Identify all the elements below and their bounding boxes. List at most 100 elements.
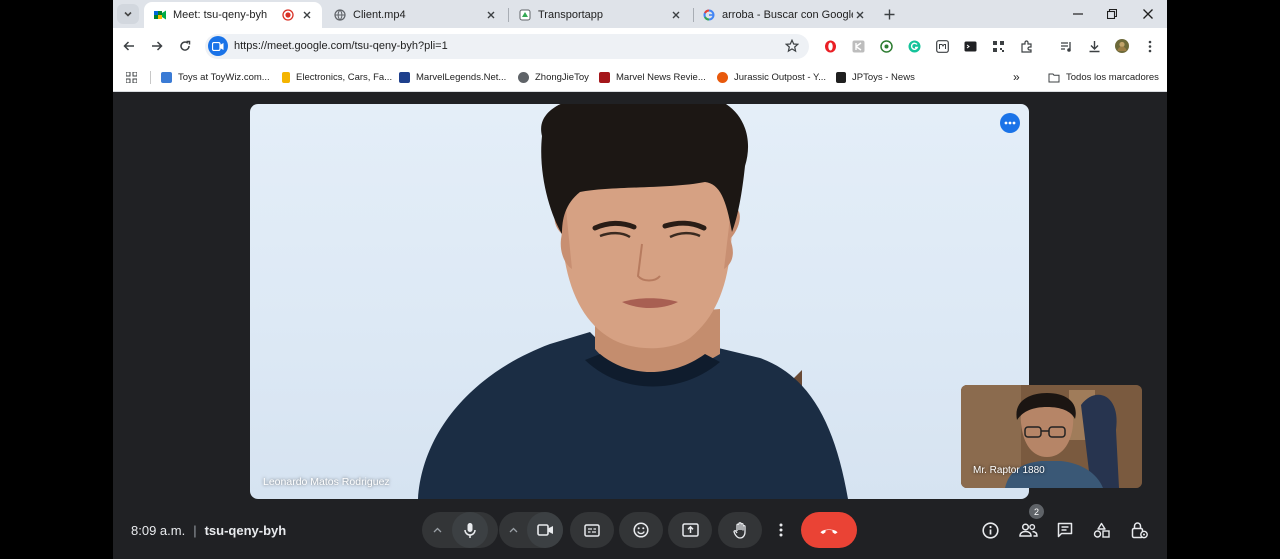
bookmark-label: Toys at ToyWiz.com... bbox=[178, 71, 270, 83]
browser-window: Meet: tsu-qeny-byh Client.mp4 Transporta… bbox=[113, 0, 1167, 559]
bookmark-jptoys[interactable]: JPToys - News bbox=[836, 70, 915, 84]
bookmarks-overflow-button[interactable]: » bbox=[1013, 70, 1020, 84]
star-icon[interactable] bbox=[785, 39, 799, 53]
download-icon[interactable] bbox=[1087, 39, 1101, 53]
main-video-tile[interactable]: Leonardo Matos Rodriguez bbox=[250, 104, 1029, 499]
new-tab-icon[interactable] bbox=[881, 6, 897, 22]
apps-icon[interactable] bbox=[126, 70, 137, 84]
google-icon bbox=[703, 9, 715, 21]
camera-control-group bbox=[499, 512, 563, 548]
minimize-icon[interactable] bbox=[1070, 6, 1086, 22]
activities-button[interactable] bbox=[1090, 519, 1112, 541]
bookmark-label: MarvelLegends.Net... bbox=[416, 71, 507, 83]
self-view-tile[interactable]: Mr. Raptor 1880 bbox=[961, 385, 1142, 488]
extension-icon[interactable] bbox=[851, 39, 865, 53]
present-button[interactable] bbox=[668, 512, 712, 548]
info-icon bbox=[981, 521, 999, 539]
participant-video bbox=[418, 104, 848, 499]
mic-button[interactable] bbox=[452, 512, 488, 548]
meeting-details-button[interactable] bbox=[979, 519, 1001, 541]
extension-icon[interactable] bbox=[963, 39, 977, 53]
bookmark-marvelnews[interactable]: Marvel News Revie... bbox=[599, 70, 706, 84]
opera-icon[interactable] bbox=[823, 39, 837, 53]
bookmark-label: ZhongJieToy bbox=[535, 71, 589, 83]
bookmark-zhongjietoy[interactable]: ZhongJieToy bbox=[518, 70, 589, 84]
bookmark-marvellegends[interactable]: MarvelLegends.Net... bbox=[399, 70, 506, 84]
chat-button[interactable] bbox=[1054, 519, 1076, 541]
marvellegends-icon bbox=[399, 71, 410, 83]
bookmark-label: JPToys - News bbox=[852, 71, 915, 83]
extension-icon[interactable] bbox=[935, 39, 949, 53]
people-button[interactable] bbox=[1017, 519, 1039, 541]
close-icon[interactable] bbox=[669, 8, 683, 22]
mic-control-group bbox=[422, 512, 498, 548]
qr-icon[interactable] bbox=[991, 39, 1005, 53]
tab-google-search[interactable]: arroba - Buscar con Google bbox=[693, 2, 875, 28]
toywiz-icon bbox=[161, 71, 172, 83]
reactions-button[interactable] bbox=[619, 512, 663, 548]
address-bar[interactable]: https://meet.google.com/tsu-qeny-byh?pli… bbox=[205, 34, 809, 59]
people-icon bbox=[1018, 523, 1038, 537]
more-options-icon[interactable] bbox=[1000, 113, 1020, 133]
browser-toolbar: https://meet.google.com/tsu-qeny-byh?pli… bbox=[113, 28, 1167, 64]
captions-button[interactable] bbox=[570, 512, 614, 548]
hangup-icon bbox=[820, 529, 838, 534]
extensions-icon[interactable] bbox=[1019, 39, 1033, 53]
meet-stage: Leonardo Matos Rodriguez Mr. Raptor 1880… bbox=[113, 92, 1167, 559]
grammarly-icon[interactable] bbox=[907, 39, 921, 53]
tab-strip: Meet: tsu-qeny-byh Client.mp4 Transporta… bbox=[113, 0, 1167, 28]
bookmark-electronics[interactable]: Electronics, Cars, Fa... bbox=[282, 70, 392, 84]
chat-icon bbox=[1057, 522, 1073, 538]
shop-icon bbox=[282, 71, 290, 83]
extension-icon[interactable] bbox=[879, 39, 893, 53]
camera-options-icon[interactable] bbox=[499, 512, 527, 548]
bookmark-label: Marvel News Revie... bbox=[616, 71, 706, 83]
globe-icon bbox=[518, 71, 529, 83]
host-controls-button[interactable] bbox=[1128, 519, 1150, 541]
info-separator: | bbox=[193, 523, 197, 538]
close-icon[interactable] bbox=[484, 8, 498, 22]
present-icon bbox=[681, 523, 699, 537]
close-window-icon[interactable] bbox=[1140, 6, 1156, 22]
more-options-icon[interactable] bbox=[773, 512, 789, 548]
tab-title: Transportapp bbox=[538, 9, 604, 21]
tab-title: Client.mp4 bbox=[353, 9, 406, 21]
bookmark-toywiz[interactable]: Toys at ToyWiz.com... bbox=[161, 70, 270, 84]
tab-meet[interactable]: Meet: tsu-qeny-byh bbox=[144, 2, 322, 28]
tab-transportapp[interactable]: Transportapp bbox=[509, 2, 691, 28]
forward-icon[interactable] bbox=[149, 38, 165, 54]
tab-client[interactable]: Client.mp4 bbox=[324, 2, 506, 28]
meet-site-icon[interactable] bbox=[208, 36, 228, 56]
bookmark-label: Jurassic Outpost - Y... bbox=[734, 71, 827, 83]
all-bookmarks-button[interactable]: Todos los marcadores bbox=[1048, 70, 1159, 84]
tab-search-icon[interactable] bbox=[117, 4, 139, 24]
leave-call-button[interactable] bbox=[801, 512, 857, 548]
bookmark-jurassicoutpost[interactable]: Jurassic Outpost - Y... bbox=[717, 70, 826, 84]
raise-hand-icon bbox=[732, 521, 746, 539]
meeting-code: tsu-qeny-byh bbox=[204, 523, 287, 538]
camera-button[interactable] bbox=[527, 512, 563, 548]
tab-title: Meet: tsu-qeny-byh bbox=[173, 9, 268, 21]
meet-icon bbox=[154, 10, 166, 20]
back-icon[interactable] bbox=[121, 38, 137, 54]
all-bookmarks-label: Todos los marcadores bbox=[1066, 71, 1159, 83]
media-icon[interactable] bbox=[1059, 39, 1073, 53]
camera-icon bbox=[536, 524, 553, 536]
close-icon[interactable] bbox=[300, 8, 314, 22]
bookmark-divider bbox=[150, 71, 151, 84]
raise-hand-button[interactable] bbox=[718, 512, 762, 548]
main-participant-name: Leonardo Matos Rodriguez bbox=[263, 476, 390, 488]
globe-icon bbox=[334, 9, 346, 21]
restore-icon[interactable] bbox=[1104, 6, 1120, 22]
bookmarks-bar: Toys at ToyWiz.com... Electronics, Cars,… bbox=[113, 64, 1167, 92]
host-controls-icon bbox=[1131, 522, 1148, 539]
jurassicoutpost-icon bbox=[717, 71, 728, 83]
reload-icon[interactable] bbox=[177, 38, 193, 54]
close-icon[interactable] bbox=[853, 8, 867, 22]
mic-options-icon[interactable] bbox=[422, 512, 452, 548]
avatar[interactable] bbox=[1115, 39, 1129, 53]
jptoys-icon bbox=[836, 71, 846, 83]
emoji-icon bbox=[633, 522, 649, 538]
bookmark-label: Electronics, Cars, Fa... bbox=[296, 71, 393, 83]
menu-icon[interactable] bbox=[1143, 39, 1157, 53]
